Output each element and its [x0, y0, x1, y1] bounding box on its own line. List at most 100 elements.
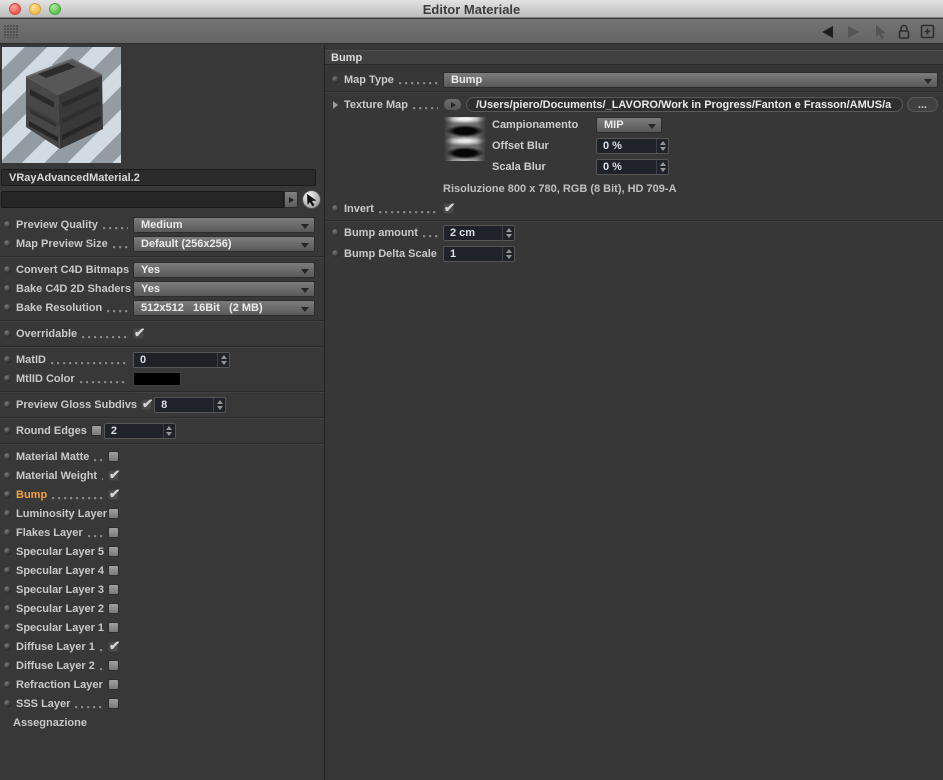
pick-material-icon[interactable] [872, 24, 888, 40]
material-weight-checkbox[interactable] [108, 470, 119, 481]
bump-checkbox[interactable] [108, 489, 119, 500]
offset-blur-field[interactable]: 0 % [596, 138, 669, 154]
setting-mtlid-color: MtlID Color [0, 369, 324, 388]
setting-scala-blur: Scala Blur 0 % [492, 159, 717, 175]
channel-diffuse-layer-2[interactable]: Diffuse Layer 2 [0, 656, 324, 675]
stepper[interactable] [502, 225, 514, 240]
specular-layer-1-checkbox[interactable] [108, 622, 119, 633]
channel-specular-layer-2[interactable]: Specular Layer 2 [0, 599, 324, 618]
sss-layer-checkbox[interactable] [108, 698, 119, 709]
luminosity-layer-checkbox[interactable] [108, 508, 119, 519]
divider [0, 443, 324, 444]
setting-map-preview-size: Map Preview Size Default (256x256) [0, 234, 324, 253]
channel-dot [4, 510, 11, 517]
channel-dot [4, 375, 11, 382]
expander-triangle-icon[interactable] [333, 100, 338, 109]
preview-quality-dropdown[interactable]: Medium [133, 216, 315, 233]
texture-thumbnail[interactable] [443, 117, 487, 161]
channel-dot [4, 304, 11, 311]
channel-sss-layer[interactable]: SSS Layer [0, 694, 324, 713]
material-name-input[interactable] [1, 169, 316, 186]
stepper[interactable] [213, 397, 225, 412]
diffuse-layer-1-checkbox[interactable] [108, 641, 119, 652]
channel-bump[interactable]: Bump [0, 485, 324, 504]
drag-grip-icon[interactable] [4, 25, 18, 38]
window-title: Editor Materiale [422, 2, 521, 17]
bake-resolution-dropdown[interactable]: 512x512 16Bit (2 MB) [133, 299, 315, 316]
new-window-icon[interactable] [920, 24, 935, 39]
channel-dot [332, 250, 339, 257]
channel-dot [4, 700, 11, 707]
divider [0, 391, 324, 392]
setting-bump-amount: Bump amount 2 cm [325, 223, 943, 242]
overridable-checkbox[interactable] [133, 328, 144, 339]
mtlid-color-swatch[interactable] [133, 371, 181, 386]
shader-link-input[interactable] [1, 191, 284, 208]
channel-dot [4, 624, 11, 631]
setting-texture-map: Texture Map /Users/piero/Documents/_LAVO… [325, 95, 943, 114]
material-preview[interactable] [2, 47, 121, 163]
specular-layer-2-checkbox[interactable] [108, 603, 119, 614]
divider [0, 320, 324, 321]
channel-diffuse-layer-1[interactable]: Diffuse Layer 1 [0, 637, 324, 656]
preview-gloss-checkbox[interactable] [141, 399, 153, 410]
channel-specular-layer-3[interactable]: Specular Layer 3 [0, 580, 324, 599]
browse-button[interactable]: ... [907, 97, 938, 112]
channel-dot [4, 643, 11, 650]
channel-material-matte[interactable]: Material Matte [0, 447, 324, 466]
history-back-icon[interactable] [818, 25, 836, 39]
setting-matid: MatID 0 [0, 350, 324, 369]
stepper[interactable] [656, 160, 668, 174]
channel-specular-layer-5[interactable]: Specular Layer 5 [0, 542, 324, 561]
diffuse-layer-2-checkbox[interactable] [108, 660, 119, 671]
history-forward-icon[interactable] [845, 25, 863, 39]
channel-dot [4, 681, 11, 688]
channel-dot [4, 221, 11, 228]
channel-specular-layer-4[interactable]: Specular Layer 4 [0, 561, 324, 580]
stepper[interactable] [162, 423, 175, 438]
matid-field[interactable]: 0 [133, 351, 230, 368]
channel-specular-layer-1[interactable]: Specular Layer 1 [0, 618, 324, 637]
channel-dot [4, 529, 11, 536]
channel-luminosity-layer[interactable]: Luminosity Layer [0, 504, 324, 523]
invert-checkbox[interactable] [443, 203, 454, 214]
setting-bump-delta-scale: Bump Delta Scale 1 [325, 244, 943, 263]
material-matte-checkbox[interactable] [108, 451, 119, 462]
setting-convert-bitmaps: Convert C4D Bitmaps Yes [0, 260, 324, 279]
convert-bitmaps-dropdown[interactable]: Yes [133, 261, 315, 278]
pick-object-button[interactable] [302, 190, 321, 209]
tab-assignment[interactable]: Assegnazione [0, 713, 324, 733]
specular-layer-5-checkbox[interactable] [108, 546, 119, 557]
bake-shaders-dropdown[interactable]: Yes [133, 280, 315, 297]
shader-link-next-button[interactable] [284, 191, 298, 208]
crate-preview-image [25, 58, 103, 149]
map-preview-size-dropdown[interactable]: Default (256x256) [133, 235, 315, 252]
bump-amount-field[interactable]: 2 cm [443, 224, 515, 241]
round-edges-field[interactable]: 2 [103, 422, 176, 439]
cursor-arrow-icon [307, 194, 317, 207]
stepper[interactable] [502, 246, 514, 261]
channel-dot [4, 401, 11, 408]
channel-flakes-layer[interactable]: Flakes Layer [0, 523, 324, 542]
preview-gloss-field[interactable]: 8 [154, 396, 227, 413]
scala-blur-field[interactable]: 0 % [596, 159, 669, 175]
channel-dot [4, 330, 11, 337]
channel-material-weight[interactable]: Material Weight [0, 466, 324, 485]
campionamento-dropdown[interactable]: MIP [596, 117, 662, 133]
bump-delta-scale-field[interactable]: 1 [443, 245, 515, 262]
setting-preview-quality: Preview Quality Medium [0, 215, 324, 234]
toolbar [0, 19, 943, 44]
specular-layer-4-checkbox[interactable] [108, 565, 119, 576]
refraction-layer-checkbox[interactable] [108, 679, 119, 690]
lock-icon[interactable] [897, 24, 911, 40]
specular-layer-3-checkbox[interactable] [108, 584, 119, 595]
stepper[interactable] [217, 352, 229, 367]
stepper[interactable] [656, 139, 668, 153]
texture-path-field[interactable]: /Users/piero/Documents/_LAVORO/Work in P… [466, 97, 903, 112]
texture-menu-button[interactable] [443, 98, 462, 111]
channel-refraction-layer[interactable]: Refraction Layer [0, 675, 324, 694]
setting-bake-resolution: Bake Resolution 512x512 16Bit (2 MB) [0, 298, 324, 317]
map-type-dropdown[interactable]: Bump [443, 71, 938, 88]
flakes-layer-checkbox[interactable] [108, 527, 119, 538]
round-edges-checkbox[interactable] [90, 425, 102, 436]
